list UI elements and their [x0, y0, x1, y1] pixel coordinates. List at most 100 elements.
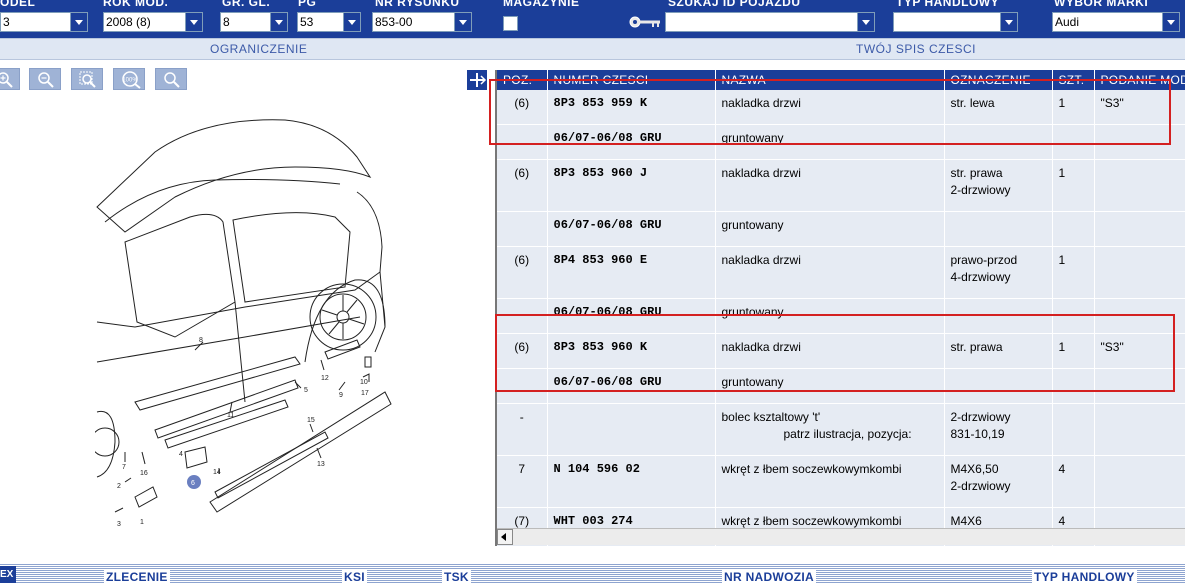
cell-pos-line1: (6) [497, 165, 547, 182]
tab-body-number[interactable]: NR NADWOZIA [722, 570, 816, 584]
callout-7: 7 [122, 464, 126, 471]
search-icon [163, 71, 181, 89]
chevron-down-icon[interactable] [270, 13, 287, 31]
cell-designation-line1: str. prawa [951, 165, 1052, 182]
trade-type-select[interactable] [893, 12, 1018, 32]
cell-part-number-line1: 06/07-06/08 GRU [554, 217, 715, 234]
callout-17: 17 [361, 390, 369, 397]
section-header: OGRANICZENIE TWÓJ SPIS CZESCI [0, 38, 1185, 60]
horizontal-scrollbar[interactable] [497, 528, 1185, 545]
table-row[interactable]: - bolec ksztaltowy 't'patrz ilustracja, p… [497, 404, 1185, 456]
callout-16: 16 [140, 470, 148, 477]
highlight-frame [489, 79, 1171, 145]
zoom-area-button[interactable] [71, 68, 103, 90]
main-group-select[interactable]: 8 [220, 12, 288, 32]
cell-qty: 1 [1052, 160, 1094, 212]
cell-name: nakladka drzwi [715, 160, 944, 212]
callout-3: 3 [117, 521, 121, 528]
chevron-down-icon[interactable] [70, 13, 87, 31]
cell-pos-line1: 7 [497, 461, 547, 478]
tab-order[interactable]: ZLECENIE [104, 570, 170, 584]
cell-name-line2: patrz ilustracja, pozycja: [722, 426, 944, 443]
drawing-select[interactable]: 853-00 [372, 12, 472, 32]
cell-designation: prawo-przod4-drzwiowy [944, 247, 1052, 299]
cell-designation-line2: 831-10,19 [951, 426, 1052, 443]
tab-tsk[interactable]: TSK [442, 570, 471, 584]
callout-6: 6 [191, 480, 195, 487]
parts-drawing[interactable]: 8 12 5 9 10 17 11 15 7 16 4 6 14 13 2 3 … [95, 112, 395, 532]
trade-type-label: TYP HANDLOWY [896, 0, 999, 8]
cell-qty: 1 [1052, 247, 1094, 299]
cell-pos: (6) [497, 247, 547, 299]
cell-part-number: 8P4 853 960 E [547, 247, 715, 299]
cell-model [1094, 160, 1185, 212]
cell-name: wkręt z łbem soczewkowymkombi [715, 456, 944, 508]
highlight-frame [495, 314, 1175, 392]
cell-qty [1052, 404, 1094, 456]
zoom-out-button[interactable] [29, 68, 61, 90]
key-icon[interactable] [628, 15, 662, 29]
cell-part-number-line1: 8P3 853 960 J [554, 165, 715, 182]
chevron-down-icon[interactable] [857, 13, 874, 31]
tab-ex[interactable]: EX [0, 566, 16, 583]
cell-name: bolec ksztaltowy 't'patrz ilustracja, po… [715, 404, 944, 456]
table-row[interactable]: 7N 104 596 02wkręt z łbem soczewkowymkom… [497, 456, 1185, 508]
cell-qty: 4 [1052, 456, 1094, 508]
search-button[interactable] [155, 68, 187, 90]
tab-trade-type[interactable]: TYP HANDLOWY [1032, 570, 1137, 584]
cell-name-line1: gruntowany [722, 217, 944, 234]
chevron-down-icon[interactable] [185, 13, 202, 31]
cell-pos-line1: - [497, 409, 547, 426]
cell-name-line1: nakladka drzwi [722, 165, 944, 182]
cell-model [1094, 456, 1185, 508]
bottom-tab-bar: EX ZLECENIE KSI TSK NR NADWOZIA TYP HAND… [0, 563, 1185, 583]
scroll-left-button[interactable] [497, 529, 513, 545]
cell-name: nakladka drzwi [715, 247, 944, 299]
brand-label: WYBÓR MARKI [1054, 0, 1148, 8]
cell-model [1094, 247, 1185, 299]
vehicle-id-select[interactable] [665, 12, 875, 32]
callout-5: 5 [304, 387, 308, 394]
table-row[interactable]: (6)8P3 853 960 Jnakladka drzwistr. prawa… [497, 160, 1185, 212]
zoom-in-icon [0, 71, 14, 89]
cell-model [1094, 404, 1185, 456]
chevron-down-icon[interactable] [454, 13, 471, 31]
brand-select[interactable]: Audi [1052, 12, 1180, 32]
callout-14: 14 [213, 469, 221, 476]
chevron-down-icon[interactable] [343, 13, 360, 31]
zoom-100-icon: 100% [121, 71, 143, 89]
callout-15: 15 [307, 417, 315, 424]
year-label: ROK MOD. [103, 0, 168, 8]
table-row[interactable]: 06/07-06/08 GRU gruntowany [497, 212, 1185, 247]
zoom-100-label: 100% [122, 78, 138, 84]
cell-name-line1: wkręt z łbem soczewkowymkombi [722, 461, 944, 478]
model-label: ODEL [0, 0, 35, 8]
callout-4: 4 [179, 451, 183, 458]
cell-designation: str. prawa2-drzwiowy [944, 160, 1052, 212]
restriction-heading: OGRANICZENIE [210, 42, 307, 56]
callout-12: 12 [321, 375, 329, 382]
cell-name-line1: nakladka drzwi [722, 252, 944, 269]
table-row[interactable]: (6)8P4 853 960 Enakladka drzwiprawo-przo… [497, 247, 1185, 299]
cell-designation-line1: prawo-przod [951, 252, 1052, 269]
cell-designation-line2: 2-drzwiowy [951, 182, 1052, 199]
chevron-down-icon[interactable] [1162, 13, 1179, 31]
model-select[interactable]: 3 [0, 12, 88, 32]
callout-2: 2 [117, 483, 121, 490]
zoom-100-button[interactable]: 100% [113, 68, 145, 90]
warehouse-checkbox[interactable] [503, 16, 518, 31]
sub-group-select[interactable]: 53 [297, 12, 361, 32]
brand-value: Audi [1055, 15, 1079, 29]
expand-panel-button[interactable] [467, 70, 487, 90]
zoom-in-button[interactable] [0, 68, 20, 90]
tab-ksi[interactable]: KSI [342, 570, 367, 584]
year-value: 2008 (8) [106, 15, 151, 29]
cell-designation [944, 212, 1052, 247]
chevron-down-icon[interactable] [1000, 13, 1017, 31]
cell-qty-line1: 1 [1059, 165, 1094, 182]
vehicle-id-label: SZUKAJ ID POJAZDU [668, 0, 801, 8]
zoom-out-icon [37, 71, 55, 89]
year-select[interactable]: 2008 (8) [103, 12, 203, 32]
cell-designation-line2: 2-drzwiowy [951, 478, 1052, 495]
cell-part-number-line1: 8P4 853 960 E [554, 252, 715, 269]
